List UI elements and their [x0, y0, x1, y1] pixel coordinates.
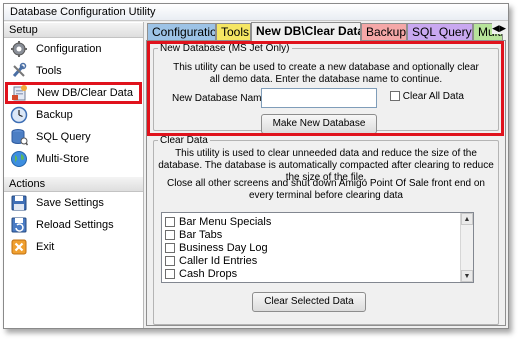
sidebar: Setup Configuration Tools New DB/Clear D…	[4, 22, 144, 328]
list-item-checkbox[interactable]	[165, 229, 175, 240]
exit-icon	[10, 238, 28, 256]
tab-bar: Configuration Tools New DB\Clear Data Ba…	[146, 22, 508, 41]
new-database-icon	[11, 84, 29, 102]
sidebar-item-label: SQL Query	[36, 131, 91, 143]
list-item[interactable]: Bar Tabs	[162, 228, 473, 241]
sidebar-item-exit[interactable]: Exit	[4, 236, 143, 258]
sidebar-item-reload-settings[interactable]: Reload Settings	[4, 214, 143, 236]
actions-section-header: Actions	[4, 176, 143, 192]
save-icon	[10, 194, 28, 212]
sidebar-item-label: Exit	[36, 241, 55, 253]
sidebar-item-label: Save Settings	[36, 197, 104, 209]
sidebar-item-new-db-clear-data[interactable]: New DB/Clear Data	[5, 82, 142, 104]
clear-data-legend: Clear Data	[160, 135, 208, 146]
globe-icon	[10, 150, 28, 168]
sidebar-item-label: Configuration	[36, 43, 102, 55]
clear-data-list: Bar Menu Specials Bar Tabs Business Day …	[161, 212, 474, 283]
reload-icon	[10, 216, 28, 234]
sidebar-item-save-settings[interactable]: Save Settings	[4, 192, 143, 214]
scroll-up-icon[interactable]: ▲	[461, 213, 473, 225]
tab-tools[interactable]: Tools	[216, 23, 251, 40]
scroll-down-icon[interactable]: ▼	[461, 270, 473, 282]
sidebar-item-label: Reload Settings	[36, 219, 114, 231]
clear-selected-data-button[interactable]: Clear Selected Data	[252, 292, 366, 312]
list-item[interactable]: Caller Id Entries	[162, 254, 473, 267]
clear-data-warning: Close all other screens and shut down Am…	[167, 178, 485, 201]
sidebar-item-label: Backup	[36, 109, 73, 121]
list-item[interactable]: Business Day Log	[162, 241, 473, 254]
tab-new-db-clear-data[interactable]: New DB\Clear Data	[251, 22, 361, 41]
list-item-checkbox[interactable]	[165, 255, 175, 266]
window-title: Database Configuration Utility	[4, 4, 508, 21]
database-icon	[10, 128, 29, 146]
highlight-box	[147, 41, 504, 136]
gear-icon	[10, 40, 28, 58]
sidebar-item-backup[interactable]: Backup	[4, 104, 143, 126]
clock-icon	[10, 106, 28, 124]
list-item-checkbox[interactable]	[165, 242, 175, 253]
tab-backup[interactable]: Backup	[361, 23, 407, 40]
list-item-checkbox[interactable]	[165, 268, 175, 279]
list-item-checkbox[interactable]	[165, 216, 175, 227]
sidebar-item-label: New DB/Clear Data	[37, 87, 133, 99]
chevron-right-icon[interactable]: ▶	[499, 23, 506, 33]
sidebar-item-multi-store[interactable]: Multi-Store	[4, 148, 143, 170]
sidebar-item-sql-query[interactable]: SQL Query	[4, 126, 143, 148]
sidebar-item-configuration[interactable]: Configuration	[4, 38, 143, 60]
app-window: Database Configuration Utility Setup Con…	[3, 3, 509, 329]
list-item[interactable]: Bar Menu Specials	[162, 215, 473, 228]
list-item[interactable]: Cash Drops	[162, 267, 473, 280]
list-scrollbar[interactable]: ▲ ▼	[460, 213, 473, 282]
tab-configuration[interactable]: Configuration	[147, 23, 216, 40]
tools-icon	[10, 62, 28, 80]
sidebar-item-tools[interactable]: Tools	[4, 60, 143, 82]
tab-sql-query[interactable]: SQL Query	[407, 23, 473, 40]
setup-section-header: Setup	[4, 22, 143, 38]
sidebar-item-label: Multi-Store	[36, 153, 90, 165]
sidebar-item-label: Tools	[36, 65, 62, 77]
tab-scroll-arrows[interactable]: ◀▶	[492, 23, 506, 34]
clear-data-group: Clear Data This utility is used to clear…	[153, 135, 499, 325]
